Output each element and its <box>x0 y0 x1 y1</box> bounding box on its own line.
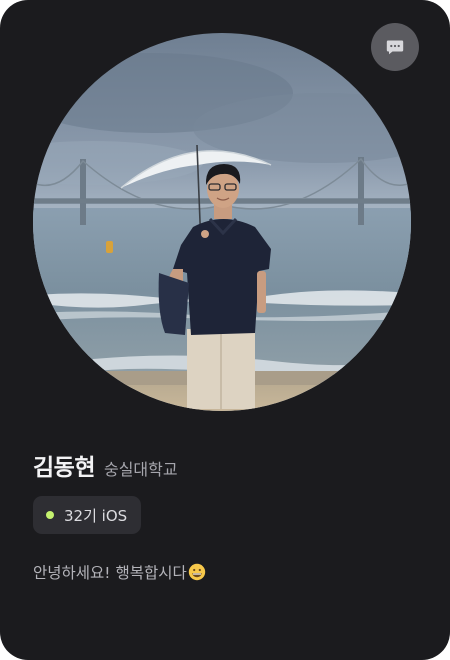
bio: 안녕하세요! 행복합시다 <box>33 561 206 583</box>
cohort-label: 32기 iOS <box>64 506 128 525</box>
profile-photo <box>33 33 411 411</box>
name-row: 김동현 숭실대학교 <box>33 448 178 482</box>
bio-text: 안녕하세요! 행복합시다 <box>33 564 187 582</box>
grinning-face-emoji-icon <box>188 563 205 581</box>
chat-bubble-icon <box>386 40 404 55</box>
profile-card: 김동현 숭실대학교 32기 iOS 안녕하세요! 행복합시다 <box>0 0 450 660</box>
status-dot-icon <box>46 511 54 519</box>
user-name: 김동현 <box>33 455 95 481</box>
school-name: 숭실대학교 <box>103 460 178 479</box>
cohort-badge: 32기 iOS <box>33 496 142 534</box>
message-button[interactable] <box>371 23 419 71</box>
